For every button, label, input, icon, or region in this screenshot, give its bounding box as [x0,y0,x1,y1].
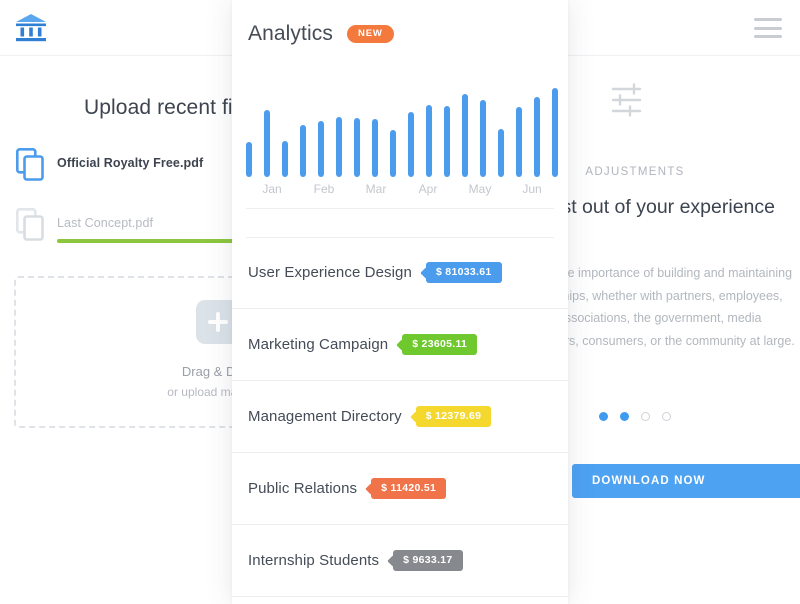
analytics-list-item[interactable]: User Experience Design $ 81033.61 [232,237,568,309]
new-badge: NEW [346,24,394,44]
analytics-bar-chart: Jan Feb Mar Apr May Jun [232,72,568,207]
download-now-button[interactable]: DOWNLOAD NOW [572,464,800,498]
file-name: Last Concept.pdf [57,216,154,230]
analytics-item-label: Public Relations [248,480,358,497]
analytics-item-label: Internship Students [248,552,380,569]
chart-bar [300,124,306,177]
chart-x-tick: Jun [522,182,542,196]
analytics-list-item[interactable]: Marketing Campaign $ 23605.11 [232,309,568,381]
hamburger-menu-icon[interactable] [754,18,782,38]
chart-bar [408,111,414,177]
upload-progress-fill [57,239,257,243]
analytics-list-item[interactable]: Internship Students $ 9633.17 [232,525,568,597]
analytics-item-price-tag: $ 81033.61 [425,261,502,284]
carousel-dot-3[interactable] [641,412,650,421]
chart-x-tick: May [468,182,492,196]
bank-icon[interactable] [14,12,48,44]
analytics-item-price-tag: $ 9633.17 [393,549,463,572]
analytics-item-label: Management Directory [248,408,402,425]
chart-bar [372,119,378,177]
file-name: Official Royalty Free.pdf [57,156,204,170]
copy-files-icon [15,207,46,242]
hamburger-bar [754,26,782,30]
chart-bar [498,128,504,177]
chart-x-tick: Feb [313,182,335,196]
chart-bar [390,129,396,177]
upload-progress-bar [57,239,257,243]
analytics-item-label: Marketing Campaign [248,336,389,353]
hamburger-bar [754,18,782,21]
chart-bar [462,94,468,177]
analytics-list-item[interactable]: Public Relations $ 11420.51 [232,453,568,525]
chart-bar [318,121,324,177]
carousel-dot-4[interactable] [662,412,671,421]
analytics-list-item[interactable]: Management Directory $ 12379.69 [232,381,568,453]
chart-bar [444,105,450,177]
adjustments-sliders-icon [610,82,650,118]
chart-bar [552,87,558,177]
copy-files-icon [15,147,46,182]
chart-x-axis: Jan Feb Mar Apr May Jun [246,182,558,196]
chart-x-tick: Apr [418,182,438,196]
chart-bar [264,109,270,177]
chart-bar [480,100,486,177]
analytics-card-header: Analytics NEW [248,22,394,46]
analytics-title: Analytics [248,22,333,45]
chart-x-tick: Mar [365,182,387,196]
app-root: Upload recent files Official Royalty Fre… [0,0,800,604]
analytics-item-price-tag: $ 23605.11 [402,333,478,356]
analytics-item-label: User Experience Design [248,264,412,281]
card-divider [246,208,554,209]
carousel-dot-1[interactable] [599,412,608,421]
chart-bar [354,118,360,177]
chart-bar [426,104,432,177]
chart-bars [246,72,558,177]
chart-bar [336,117,342,177]
analytics-item-price-tag: $ 12379.69 [415,405,492,428]
chart-x-tick: Jan [262,182,282,196]
chart-bar [246,142,252,177]
hamburger-bar [754,35,782,38]
chart-bar [282,141,288,177]
carousel-dot-2[interactable] [620,412,629,421]
analytics-card: Analytics NEW Jan Feb Mar Apr May Jun User Ex… [232,0,568,604]
analytics-item-price-tag: $ 11420.51 [371,477,447,500]
upload-panel: Upload recent files Official Royalty Fre… [0,56,304,604]
chart-bar [516,106,522,177]
chart-bar [534,97,540,177]
